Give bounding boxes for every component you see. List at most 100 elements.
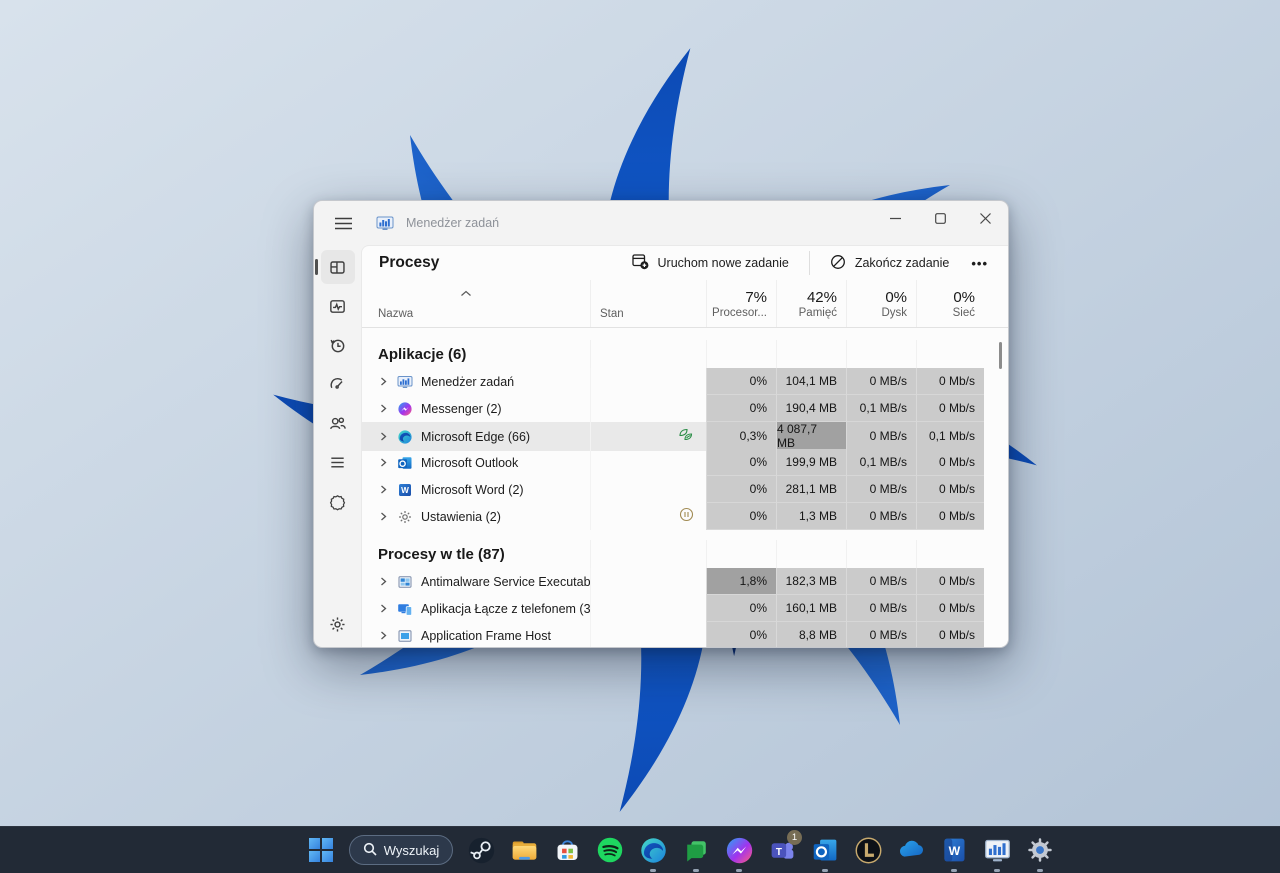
running-indicator <box>736 869 742 872</box>
settings-icon[interactable] <box>1025 835 1055 865</box>
taskbar: Wyszukaj <box>0 826 1280 873</box>
toolbar: Procesy Uruchom nowe zadanie Zakończ zad… <box>362 246 1008 280</box>
running-indicator <box>994 869 1000 872</box>
close-button[interactable] <box>963 201 1008 235</box>
search-box[interactable]: Wyszukaj <box>349 835 453 865</box>
start-button[interactable] <box>306 835 336 865</box>
settings-icon <box>397 509 413 525</box>
teams-icon[interactable]: T 1 <box>767 835 797 865</box>
notification-badge: 1 <box>787 830 802 845</box>
section-apps[interactable]: Aplikacje (6) <box>362 340 1008 368</box>
disk-value: 0,1 MB/s <box>846 395 916 422</box>
process-row[interactable]: Microsoft Outlook 0% 199,9 MB 0,1 MB/s 0… <box>362 449 1008 476</box>
running-indicator <box>1037 869 1043 872</box>
app-frame-icon <box>397 628 413 644</box>
expand-chevron-icon[interactable] <box>379 484 389 495</box>
column-status[interactable]: Stan <box>590 280 706 327</box>
steam-icon[interactable] <box>466 835 496 865</box>
column-memory[interactable]: 42%Pamięć <box>776 280 846 327</box>
messenger-icon[interactable] <box>724 835 754 865</box>
expand-chevron-icon[interactable] <box>379 457 389 468</box>
expand-chevron-icon[interactable] <box>379 603 389 614</box>
edge-icon <box>397 429 413 445</box>
end-task-button[interactable]: Zakończ zadanie <box>818 247 962 280</box>
end-task-icon <box>830 254 846 273</box>
run-new-task-button[interactable]: Uruchom nowe zadanie <box>620 246 801 280</box>
file-explorer-icon[interactable] <box>509 835 539 865</box>
expand-chevron-icon[interactable] <box>379 403 389 414</box>
expand-chevron-icon[interactable] <box>379 630 389 641</box>
sidebar-item-services[interactable] <box>321 484 355 518</box>
desktop: Menedżer zadań <box>0 0 1280 873</box>
sidebar-item-performance[interactable] <box>321 289 355 323</box>
section-background-processes[interactable]: Procesy w tle (87) <box>362 540 1008 568</box>
edge-icon[interactable] <box>638 835 668 865</box>
process-row[interactable]: Messenger (2) 0% 190,4 MB 0,1 MB/s 0 Mb/… <box>362 395 1008 422</box>
process-name: Microsoft Edge (66) <box>421 430 530 444</box>
league-of-legends-icon[interactable] <box>853 835 883 865</box>
expand-chevron-icon[interactable] <box>379 511 389 522</box>
spotify-icon[interactable] <box>595 835 625 865</box>
cpu-value: 0% <box>706 368 776 395</box>
expand-chevron-icon[interactable] <box>379 431 389 442</box>
process-row[interactable]: Menedżer zadań 0% 104,1 MB 0 MB/s 0 Mb/s <box>362 368 1008 395</box>
end-task-label: Zakończ zadanie <box>855 256 950 270</box>
disk-value: 0 MB/s <box>846 595 916 622</box>
process-row[interactable]: W Microsoft Word (2) 0% 281,1 MB 0 MB/s … <box>362 476 1008 503</box>
expand-chevron-icon[interactable] <box>379 576 389 587</box>
sidebar-item-startup-apps[interactable] <box>321 367 355 401</box>
memory-value: 199,9 MB <box>776 449 846 476</box>
word-icon[interactable]: W <box>939 835 969 865</box>
network-value: 0 Mb/s <box>916 622 984 648</box>
column-name[interactable]: Nazwa <box>362 280 590 327</box>
process-row[interactable]: Aplikacja Łącze z telefonem (3) 0% 160,1… <box>362 595 1008 622</box>
sidebar-item-details[interactable] <box>321 445 355 479</box>
microsoft-store-icon[interactable] <box>552 835 582 865</box>
hamburger-menu-icon[interactable] <box>326 208 360 238</box>
network-value: 0 Mb/s <box>916 568 984 595</box>
disk-value: 0 MB/s <box>846 368 916 395</box>
defender-icon <box>397 574 413 590</box>
search-label: Wyszukaj <box>384 843 440 858</box>
memory-value: 8,8 MB <box>776 622 846 648</box>
process-row[interactable]: Antimalware Service Executable 1,8% 182,… <box>362 568 1008 595</box>
process-row-selected[interactable]: Microsoft Edge (66) 0,3% 4 087,7 MB 0 MB… <box>362 422 1008 449</box>
disk-value: 0 MB/s <box>846 422 916 451</box>
memory-value: 281,1 MB <box>776 476 846 503</box>
network-value: 0 Mb/s <box>916 395 984 422</box>
titlebar[interactable]: Menedżer zadań <box>314 201 1008 245</box>
outlook-icon[interactable] <box>810 835 840 865</box>
google-chat-icon[interactable] <box>681 835 711 865</box>
cpu-value: 0% <box>706 622 776 648</box>
task-manager-icon[interactable] <box>982 835 1012 865</box>
page-title: Procesy <box>379 254 439 272</box>
sidebar-item-app-history[interactable] <box>321 328 355 362</box>
process-row[interactable]: Application Frame Host 0% 8,8 MB 0 MB/s … <box>362 622 1008 648</box>
outlook-icon <box>397 455 413 471</box>
new-task-icon <box>632 253 649 273</box>
column-network[interactable]: 0%Sieć <box>916 280 984 327</box>
svg-text:W: W <box>949 844 961 858</box>
scrollbar-thumb[interactable] <box>999 342 1002 369</box>
process-row[interactable]: Ustawienia (2) 0% 1,3 MB 0 MB/s 0 Mb/s <box>362 503 1008 530</box>
memory-value: 104,1 MB <box>776 368 846 395</box>
table-header: Nazwa Stan 7%Procesor... 42%Pamięć 0%Dys… <box>362 280 1008 328</box>
process-table: Nazwa Stan 7%Procesor... 42%Pamięć 0%Dys… <box>362 280 1008 648</box>
maximize-button[interactable] <box>918 201 963 235</box>
process-name: Microsoft Word (2) <box>421 483 524 497</box>
network-value: 0,1 Mb/s <box>916 422 984 451</box>
more-options-button[interactable]: ••• <box>961 252 998 275</box>
memory-value: 160,1 MB <box>776 595 846 622</box>
column-cpu[interactable]: 7%Procesor... <box>706 280 776 327</box>
expand-chevron-icon[interactable] <box>379 376 389 387</box>
sidebar-item-processes[interactable] <box>321 250 355 284</box>
onedrive-icon[interactable] <box>896 835 926 865</box>
minimize-button[interactable] <box>873 201 918 235</box>
sidebar-item-settings[interactable] <box>321 607 355 641</box>
column-disk[interactable]: 0%Dysk <box>846 280 916 327</box>
cpu-value: 0% <box>706 476 776 503</box>
running-indicator <box>822 869 828 872</box>
efficiency-leaf-icon <box>678 427 694 447</box>
disk-value: 0 MB/s <box>846 622 916 648</box>
sidebar-item-users[interactable] <box>321 406 355 440</box>
